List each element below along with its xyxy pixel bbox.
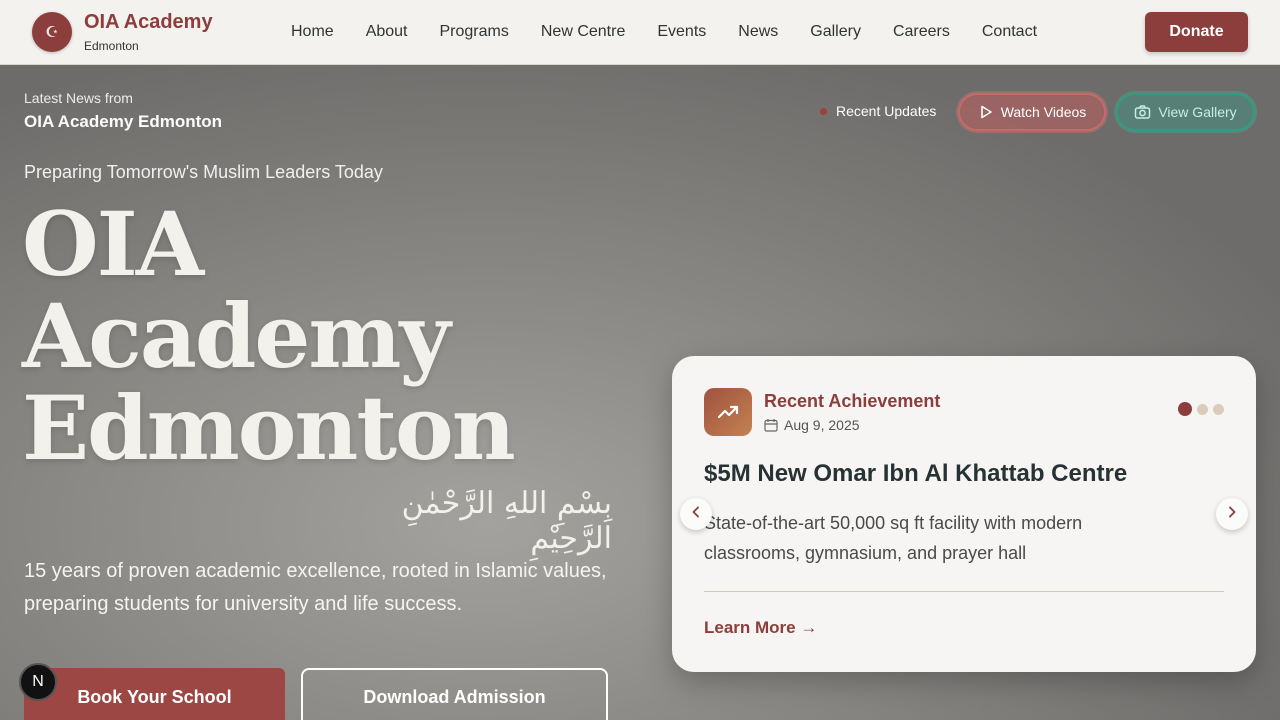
learn-more-link[interactable]: Learn More → <box>704 618 817 638</box>
latest-news-school: OIA Academy Edmonton <box>24 112 223 131</box>
card-date: Aug 9, 2025 <box>764 417 860 433</box>
calendar-icon <box>764 418 778 432</box>
logo-name[interactable]: OIA Academy <box>84 11 213 34</box>
nav-item-news[interactable]: News <box>738 23 778 41</box>
download-admission-button[interactable]: Download Admission <box>301 668 608 720</box>
nav-item-contact[interactable]: Contact <box>982 23 1037 41</box>
top-navbar: ☪ OIA Academy Edmonton Home About Progra… <box>0 0 1280 65</box>
card-title: $5M New Omar Ibn Al Khattab Centre <box>704 460 1128 487</box>
view-gallery-button[interactable]: View Gallery <box>1116 93 1255 131</box>
book-school-button[interactable]: Book Your School <box>24 668 285 720</box>
recent-updates-label: Recent Updates <box>836 103 937 119</box>
carousel-dot-3[interactable] <box>1213 404 1224 415</box>
trending-up-icon <box>704 388 752 436</box>
card-category: Recent Achievement <box>764 391 941 411</box>
carousel-prev-button[interactable] <box>680 498 712 530</box>
card-text: State-of-the-art 50,000 sq ft facility w… <box>704 513 1083 563</box>
recent-updates: Recent Updates <box>820 103 936 119</box>
nav-item-programs[interactable]: Programs <box>440 23 509 41</box>
main-menu: Home About Programs New Centre Events Ne… <box>275 0 1053 64</box>
hero-title-line-2: Academy <box>22 284 451 388</box>
hero-title: OIA Academy Edmonton <box>22 192 516 480</box>
carousel-next-button[interactable] <box>1216 498 1248 530</box>
camera-icon <box>1134 104 1151 120</box>
latest-news-label: Latest News from <box>24 90 133 106</box>
hero-title-line-1: OIA <box>22 192 204 296</box>
hero-description: 15 years of proven academic excellence, … <box>24 560 607 615</box>
watch-videos-button[interactable]: Watch Videos <box>958 93 1106 131</box>
view-gallery-label: View Gallery <box>1158 104 1237 120</box>
nav-item-new-centre[interactable]: New Centre <box>541 23 625 41</box>
card-date-text: Aug 9, 2025 <box>784 417 860 433</box>
chevron-right-icon <box>1227 505 1237 523</box>
logo-subtitle: Edmonton <box>84 39 139 53</box>
live-dot-icon <box>820 107 827 115</box>
nav-item-about[interactable]: About <box>366 23 408 41</box>
nav-item-careers[interactable]: Careers <box>893 23 950 41</box>
hero-title-line-3: Edmonton <box>22 376 516 480</box>
watch-videos-label: Watch Videos <box>1000 104 1087 120</box>
news-card: Recent Achievement Aug 9, 2025 $5M New O… <box>672 356 1256 672</box>
bismillah-text: بِسْمِ اللهِ الرَّحْمٰنِ الرَّحِيْمِ <box>401 486 612 556</box>
crescent-moon-icon[interactable]: ☪ <box>32 12 72 52</box>
nav-item-gallery[interactable]: Gallery <box>810 23 861 41</box>
donate-button[interactable]: Donate <box>1145 12 1248 52</box>
nav-item-home[interactable]: Home <box>291 23 334 41</box>
nav-item-events[interactable]: Events <box>657 23 706 41</box>
card-divider <box>704 591 1224 592</box>
carousel-dot-2[interactable] <box>1197 404 1208 415</box>
play-icon <box>978 104 994 120</box>
hero-tagline: Preparing Tomorrow's Muslim Leaders Toda… <box>24 162 383 182</box>
n-badge-icon[interactable]: N <box>19 663 57 701</box>
chevron-left-icon <box>691 505 701 523</box>
carousel-dots <box>1178 402 1229 416</box>
carousel-dot-1[interactable] <box>1178 402 1192 416</box>
